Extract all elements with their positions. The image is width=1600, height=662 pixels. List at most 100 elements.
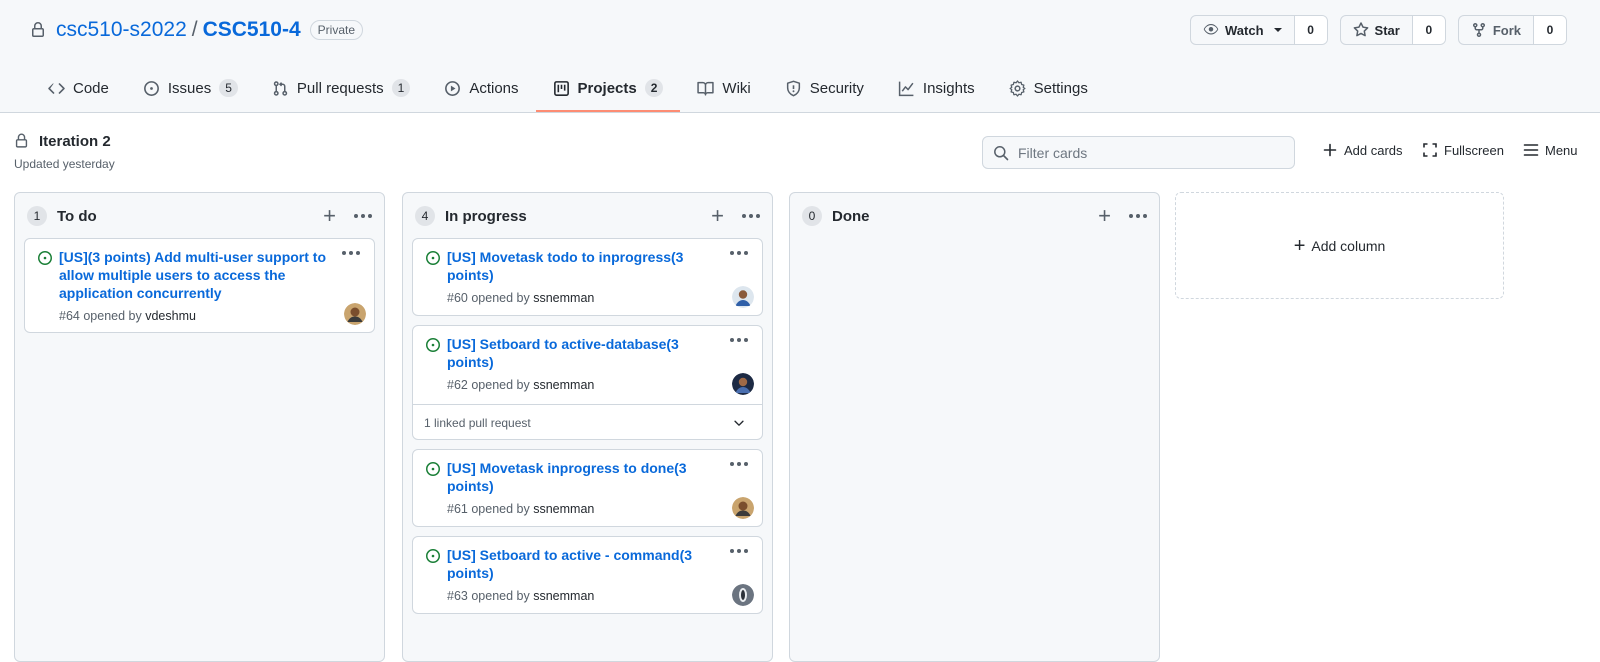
card-menu-icon[interactable] (730, 251, 748, 255)
fullscreen-button[interactable]: Fullscreen (1422, 142, 1504, 158)
add-cards-button[interactable]: Add cards (1322, 142, 1403, 158)
add-card-icon[interactable]: + (1098, 205, 1111, 227)
issue-number: #63 (447, 589, 468, 603)
column-done: 0 Done + (789, 192, 1160, 662)
add-cards-label: Add cards (1344, 142, 1403, 158)
linked-pull-request-label: 1 linked pull request (424, 415, 531, 430)
issue-author-link[interactable]: ssnemman (533, 502, 594, 516)
issue-title-link[interactable]: [US] Movetask inprogress to done(3 point… (447, 459, 727, 495)
card-menu-icon[interactable] (730, 462, 748, 466)
issue-card[interactable]: [US] Setboard to active-database(3 point… (412, 325, 763, 440)
fork-button[interactable]: Fork (1459, 16, 1534, 44)
issue-meta: #64 opened by vdeshmu (59, 309, 196, 323)
issue-title-link[interactable]: [US](3 points) Add multi-user support to… (59, 248, 339, 302)
star-button[interactable]: Star (1341, 16, 1413, 44)
tab-insights[interactable]: Insights (881, 66, 992, 110)
repo-actions: Watch 0 Star 0 Fork 0 (1190, 15, 1567, 45)
issue-number: #61 (447, 502, 468, 516)
avatar[interactable] (732, 584, 754, 606)
issue-author-link[interactable]: ssnemman (533, 378, 594, 392)
issue-author-link[interactable]: ssnemman (533, 589, 594, 603)
open-issue-icon (426, 251, 440, 265)
watch-button[interactable]: Watch (1191, 16, 1295, 44)
issue-meta: #61 opened by ssnemman (447, 502, 594, 516)
code-icon (48, 82, 65, 94)
issue-title-link[interactable]: [US] Setboard to active - command(3 poin… (447, 546, 727, 582)
tab-code[interactable]: Code (31, 66, 126, 110)
tab-security[interactable]: Security (768, 66, 881, 110)
menu-label: Menu (1545, 142, 1578, 158)
repo-name-link[interactable]: CSC510-4 (203, 18, 301, 42)
issue-card[interactable]: [US] Movetask inprogress to done(3 point… (412, 449, 763, 527)
issue-meta: #60 opened by ssnemman (447, 291, 594, 305)
avatar[interactable] (732, 373, 754, 395)
avatar[interactable] (732, 497, 754, 519)
opened-by-text: opened by (83, 309, 142, 323)
tab-label: Actions (469, 79, 519, 97)
issue-card[interactable]: [US](3 points) Add multi-user support to… (24, 238, 375, 333)
watch-button-group: Watch 0 (1190, 15, 1328, 45)
column-menu-icon[interactable] (742, 214, 760, 218)
fork-count[interactable]: 0 (1534, 16, 1566, 44)
opened-by-text: opened by (471, 378, 530, 392)
tab-settings[interactable]: Settings (992, 66, 1105, 110)
issue-title-link[interactable]: [US] Setboard to active-database(3 point… (447, 335, 727, 371)
add-card-icon[interactable]: + (711, 205, 724, 227)
issue-author-link[interactable]: ssnemman (533, 291, 594, 305)
issue-author-link[interactable]: vdeshmu (145, 309, 196, 323)
issue-number: #60 (447, 291, 468, 305)
tab-label: Pull requests (296, 79, 384, 97)
column-menu-icon[interactable] (1129, 214, 1147, 218)
repo-title: csc510-s2022 / CSC510-4 Private (30, 17, 364, 43)
visibility-badge: Private (309, 20, 364, 40)
column-in-progress: 4 In progress + [US] Movetask todo to in… (402, 192, 773, 662)
repo-owner-link[interactable]: csc510-s2022 (56, 18, 187, 42)
hamburger-icon (1523, 144, 1539, 156)
card-menu-icon[interactable] (730, 549, 748, 553)
plus-icon: + (1293, 234, 1306, 257)
project-title: Iteration 2 (14, 130, 115, 152)
filter-cards-field[interactable] (982, 136, 1295, 169)
repository-header: csc510-s2022 / CSC510-4 Private Watch 0 … (0, 0, 1600, 113)
watch-count[interactable]: 0 (1294, 16, 1327, 44)
tab-issues[interactable]: Issues 5 (126, 66, 255, 110)
column-header: 1 To do + (27, 205, 372, 227)
plus-icon (1323, 143, 1337, 157)
tab-label: Security (809, 79, 864, 97)
menu-button[interactable]: Menu (1523, 142, 1578, 158)
tab-actions[interactable]: Actions (427, 66, 535, 110)
avatar[interactable] (344, 303, 366, 325)
opened-by-text: opened by (471, 291, 530, 305)
column-to-do: 1 To do + [US](3 points) Add multi-user … (14, 192, 385, 662)
star-count[interactable]: 0 (1412, 16, 1445, 44)
project-icon (553, 80, 569, 96)
add-card-icon[interactable]: + (323, 205, 336, 227)
add-column-label: Add column (1311, 237, 1386, 254)
column-menu-icon[interactable] (354, 214, 372, 218)
issue-card[interactable]: [US] Setboard to active - command(3 poin… (412, 536, 763, 614)
pull-request-icon (273, 80, 288, 96)
add-column-button[interactable]: + Add column (1175, 192, 1504, 299)
column-header: 4 In progress + (415, 205, 760, 227)
tab-projects[interactable]: Projects 2 (535, 66, 681, 112)
pull-requests-counter: 1 (391, 79, 411, 97)
column-card-count: 1 (27, 206, 47, 226)
column-card-count: 4 (415, 206, 435, 226)
issue-title-link[interactable]: [US] Movetask todo to inprogress(3 point… (447, 248, 727, 284)
open-issue-icon (38, 251, 52, 265)
project-updated: Updated yesterday (14, 157, 115, 171)
card-menu-icon[interactable] (342, 251, 360, 255)
issue-meta: #62 opened by ssnemman (447, 378, 594, 392)
filter-cards-input[interactable] (1018, 144, 1278, 161)
linked-pull-request-toggle[interactable]: 1 linked pull request (413, 404, 762, 440)
card-menu-icon[interactable] (730, 338, 748, 342)
book-icon (697, 81, 715, 96)
tab-label: Issues (167, 79, 212, 97)
tab-pull-requests[interactable]: Pull requests 1 (255, 66, 427, 110)
issue-card[interactable]: [US] Movetask todo to inprogress(3 point… (412, 238, 763, 316)
tab-wiki[interactable]: Wiki (680, 66, 767, 110)
chevron-down-icon (1273, 28, 1282, 32)
avatar[interactable] (732, 286, 754, 308)
graph-icon (898, 81, 914, 96)
tab-label: Insights (922, 79, 975, 97)
